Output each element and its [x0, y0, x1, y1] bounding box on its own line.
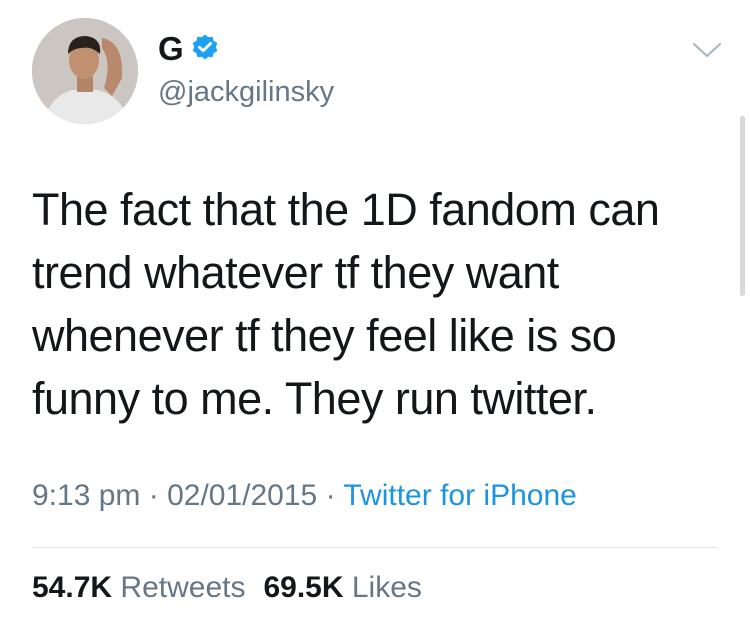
display-name[interactable]: G — [158, 32, 184, 65]
divider — [32, 547, 718, 548]
meta-separator: · — [148, 479, 159, 512]
meta-separator: · — [325, 479, 336, 512]
likes-count: 69.5K — [263, 571, 344, 604]
verified-badge-icon — [192, 34, 217, 60]
likes-label: Likes — [351, 571, 422, 604]
profile-photo — [32, 18, 138, 124]
scrollbar[interactable] — [740, 116, 745, 296]
retweets-stat[interactable]: 54.7K Retweets — [32, 571, 245, 604]
chevron-down-icon[interactable] — [690, 38, 724, 62]
tweet-source-link[interactable]: Twitter for iPhone — [343, 479, 576, 512]
author-row[interactable]: G — [158, 28, 220, 68]
author-handle[interactable]: @jackgilinsky — [158, 76, 334, 109]
avatar[interactable] — [32, 18, 138, 124]
tweet-date[interactable]: 02/01/2015 — [167, 479, 317, 512]
tweet-stats: 54.7K Retweets 69.5K Likes — [32, 571, 422, 605]
likes-stat[interactable]: 69.5K Likes — [263, 571, 421, 604]
tweet-meta: 9:13 pm · 02/01/2015 · Twitter for iPhon… — [32, 479, 577, 513]
tweet-text: The fact that the 1D fandom can trend wh… — [32, 184, 660, 424]
tweet-time[interactable]: 9:13 pm — [32, 479, 140, 512]
retweets-count: 54.7K — [32, 571, 113, 604]
retweets-label: Retweets — [120, 571, 246, 604]
